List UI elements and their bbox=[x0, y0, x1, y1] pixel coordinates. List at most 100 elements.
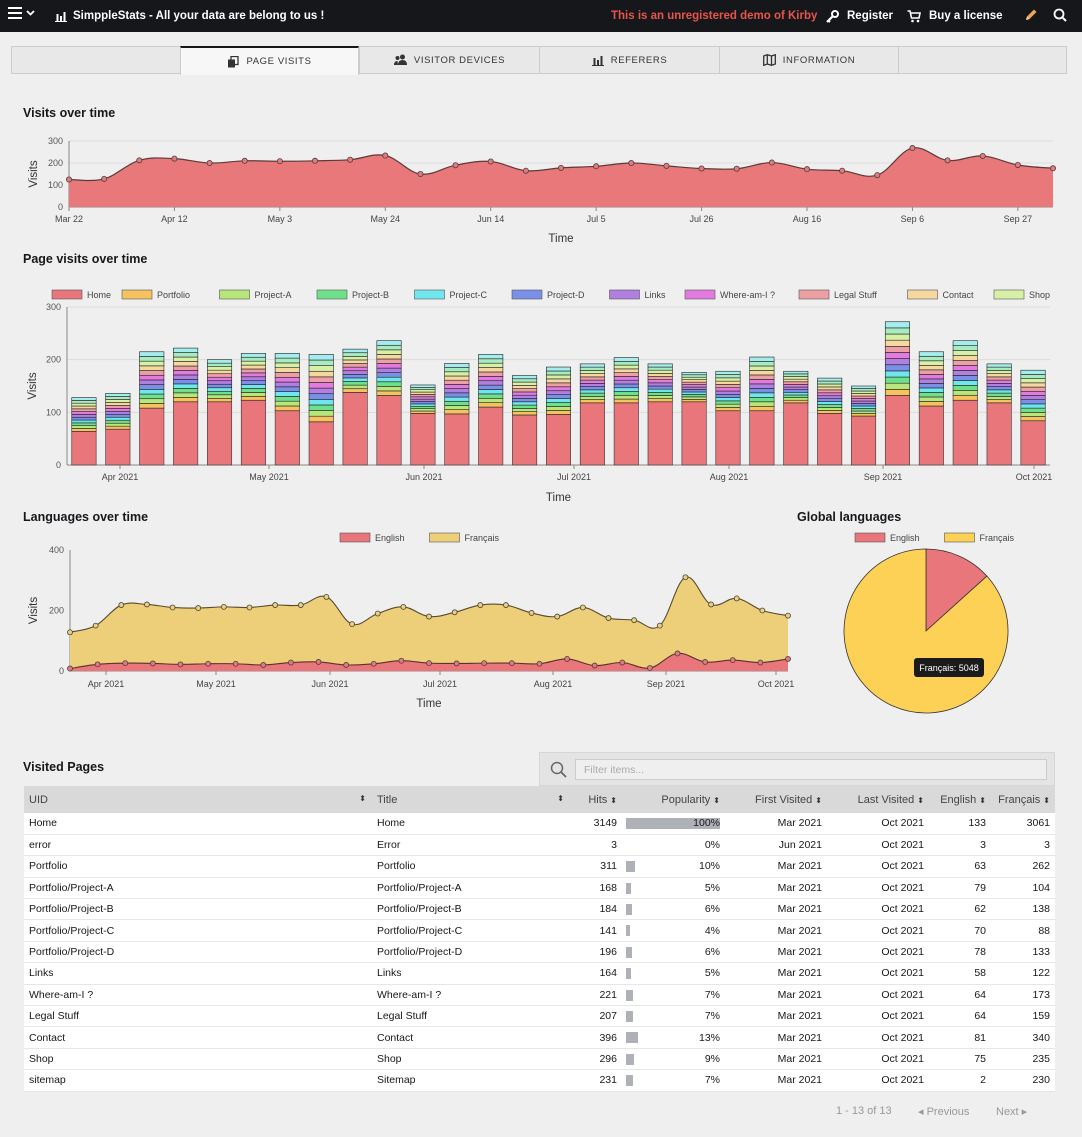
legend-label: Français bbox=[980, 533, 1015, 543]
legend-label: Home bbox=[87, 290, 111, 300]
bar-segment bbox=[207, 366, 233, 371]
column-header-francais[interactable]: Français ⬍ bbox=[991, 786, 1055, 813]
column-header-first-visited[interactable]: First Visited ⬍ bbox=[725, 786, 827, 813]
demo-notice[interactable]: This is an unregistered demo of Kirby bbox=[611, 0, 817, 32]
legend-label: English bbox=[890, 533, 920, 543]
tab-page-visits[interactable]: PAGE VISITS bbox=[180, 46, 359, 75]
bar-home bbox=[715, 410, 741, 466]
legend-swatch bbox=[993, 289, 1025, 300]
column-header-english[interactable]: English ⬍ bbox=[929, 786, 991, 813]
bar-segment bbox=[274, 357, 300, 364]
bar-segment bbox=[545, 386, 572, 392]
bar-segment bbox=[512, 385, 538, 389]
visits-over-time-chart: 0 100 200 300 Mar 22 Apr 12 May 3 May 24 Jun 14 J… bbox=[28, 136, 1057, 245]
bar-segment bbox=[478, 362, 504, 368]
bar-segment bbox=[207, 397, 233, 403]
table-row[interactable]: error Error 3 0% Jun 2021 Oct 2021 3 3 bbox=[24, 834, 1055, 857]
cell-francais: 3 bbox=[991, 834, 1055, 857]
bar-segment bbox=[579, 399, 605, 404]
table-row[interactable]: Portfolio/Project-C Portfolio/Project-C 14… bbox=[24, 919, 1055, 942]
legend-label: Project-D bbox=[547, 290, 585, 300]
bar-segment bbox=[918, 378, 944, 384]
bar-segment bbox=[105, 402, 131, 406]
cell-first-visited: Mar 2021 bbox=[725, 1026, 827, 1049]
bar-segment bbox=[1020, 382, 1046, 388]
table-row[interactable]: Where-am-I ? Where-am-I ? 221 7% Mar 2021 Oct… bbox=[24, 984, 1055, 1007]
tab-visitor-devices[interactable]: VISITOR DEVICES bbox=[359, 46, 539, 74]
data-point bbox=[297, 602, 304, 608]
previous-button[interactable]: ◂ Previous bbox=[918, 1105, 969, 1118]
bar-segment bbox=[783, 386, 809, 390]
data-point bbox=[909, 145, 916, 152]
sort-icon: ⬍ bbox=[610, 795, 617, 805]
legend-label: Links bbox=[645, 290, 667, 300]
cell-english: 62 bbox=[929, 898, 991, 921]
search-button[interactable] bbox=[1053, 8, 1067, 25]
y-axis-label: Visits bbox=[28, 160, 40, 188]
edit-button[interactable] bbox=[1024, 8, 1038, 25]
cell-title: Portfolio bbox=[372, 855, 570, 878]
cell-uid: Portfolio/Project-C bbox=[24, 919, 372, 942]
table-row[interactable]: Contact Contact 396 13% Mar 2021 Oct 2021 81 34… bbox=[24, 1026, 1055, 1049]
top-bar: SimppleStats - All your data are belong … bbox=[0, 0, 1082, 32]
data-point bbox=[67, 629, 73, 636]
tab-information[interactable]: INFORMATION bbox=[719, 46, 899, 74]
bar-segment bbox=[139, 370, 165, 376]
bar-segment bbox=[410, 391, 436, 395]
bar-segment bbox=[884, 382, 910, 390]
bar-home bbox=[308, 421, 334, 466]
cell-first-visited: Mar 2021 bbox=[725, 962, 827, 985]
column-header-hits[interactable]: Hits ⬍ bbox=[570, 786, 622, 813]
legend-label: Portfolio bbox=[157, 290, 190, 300]
table-row[interactable]: Portfolio/Project-D Portfolio/Project-D 19… bbox=[24, 941, 1055, 964]
bar-segment bbox=[817, 395, 843, 399]
tab-referers[interactable]: REFERERS bbox=[539, 46, 719, 74]
next-button[interactable]: Next ▸ bbox=[996, 1105, 1027, 1118]
app-title[interactable]: SimppleStats - All your data are belong … bbox=[55, 0, 324, 32]
buy-license-button[interactable]: Buy a license bbox=[907, 0, 1003, 32]
column-header-uid[interactable]: UID ⬍ bbox=[24, 786, 372, 813]
column-header-title[interactable]: Title ⬍ bbox=[372, 786, 570, 813]
bar-segment bbox=[749, 370, 775, 376]
bar-home bbox=[207, 401, 233, 466]
table-row[interactable]: Links Links 164 5% Mar 2021 Oct 2021 58 122 bbox=[24, 962, 1055, 985]
bar-segment bbox=[681, 391, 707, 395]
data-point bbox=[768, 159, 775, 166]
data-point bbox=[698, 165, 705, 172]
table-row[interactable]: Legal Stuff Legal Stuff 207 7% Mar 2021 Oct 2… bbox=[24, 1005, 1055, 1028]
bar-segment bbox=[918, 387, 944, 393]
table-row[interactable]: sitemap Sitemap 231 7% Mar 2021 Oct 2021 2 230 bbox=[24, 1069, 1055, 1092]
table-row[interactable]: Portfolio Portfolio 311 10% Mar 2021 Oct 2021… bbox=[24, 855, 1055, 878]
chevron-right-icon: ▸ bbox=[1018, 1106, 1028, 1118]
column-header-popularity[interactable]: Popularity ⬍ bbox=[622, 786, 725, 813]
column-header-last-visited[interactable]: Last Visited ⬍ bbox=[827, 786, 929, 813]
register-button[interactable]: Register bbox=[826, 0, 893, 32]
bar-segment bbox=[173, 379, 199, 385]
filter-input[interactable] bbox=[575, 759, 1047, 780]
bar-segment bbox=[207, 373, 233, 378]
table-row[interactable]: Portfolio/Project-A Portfolio/Project-A 16… bbox=[24, 877, 1055, 900]
menu-button[interactable] bbox=[8, 7, 35, 19]
bar-segment bbox=[444, 396, 470, 402]
cell-uid: Portfolio/Project-D bbox=[24, 941, 372, 964]
table-row[interactable]: Home Home 3149 100% Mar 2021 Oct 2021 133 3061 bbox=[24, 813, 1055, 835]
data-point bbox=[101, 175, 108, 182]
table-row[interactable]: Portfolio/Project-B Portfolio/Project-B 18… bbox=[24, 898, 1055, 921]
bar-home bbox=[545, 414, 572, 466]
bar-segment bbox=[749, 383, 775, 389]
visits-chart-title: Visits over time bbox=[23, 106, 116, 120]
bar-segment bbox=[342, 348, 368, 354]
x-tick-label: Sep 27 bbox=[1004, 214, 1033, 224]
bar-segment bbox=[342, 366, 368, 372]
bar-segment bbox=[681, 379, 707, 383]
legend-swatch bbox=[944, 532, 975, 543]
data-point bbox=[276, 158, 283, 165]
x-tick-label: Sep 6 bbox=[901, 214, 925, 224]
visited-pages-table: UID ⬍ Title ⬍ Hits ⬍ Popularity ⬍ First Visi… bbox=[24, 786, 1055, 1092]
data-point bbox=[605, 615, 612, 621]
filter-bar bbox=[539, 752, 1055, 786]
table-row[interactable]: Shop Shop 296 9% Mar 2021 Oct 2021 75 235 bbox=[24, 1048, 1055, 1071]
cell-title: Portfolio/Project-C bbox=[372, 919, 570, 942]
bar-segment bbox=[173, 397, 199, 403]
bar-segment bbox=[715, 403, 741, 408]
